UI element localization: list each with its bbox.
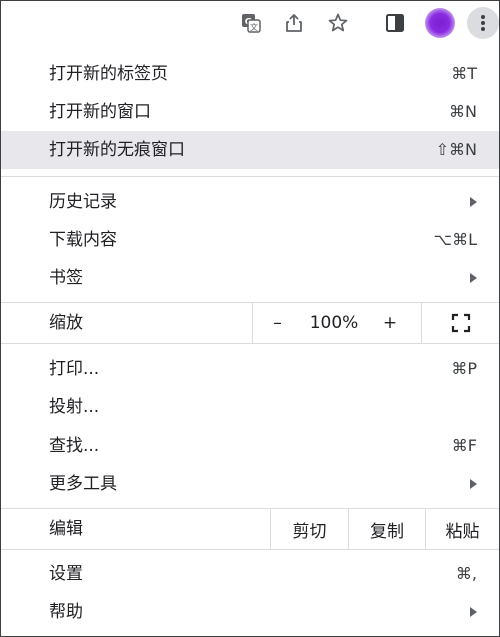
menu-item-label: 帮助 [49,602,83,622]
zoom-value: 100% [309,313,359,333]
menu-item-label: 下载内容 [49,230,117,250]
fullscreen-icon [451,313,470,333]
menu-item-history[interactable]: 历史记录 [1,183,499,221]
menu-item-label: 更多工具 [49,474,117,494]
chrome-main-menu: 打开新的标签页 ⌘T 打开新的窗口 ⌘N 打开新的无痕窗口 ⇧⌘N 历史记录 下… [1,45,499,636]
shortcut-text: ⇧⌘N [435,140,477,159]
shortcut-text: ⌘, [455,564,477,583]
shortcut-text: ⌘P [451,359,477,378]
side-panel-icon[interactable] [381,9,409,37]
menu-item-print[interactable]: 打印... ⌘P [1,350,499,388]
more-menu-icon[interactable] [467,7,499,39]
shortcut-text: ⌥⌘L [433,230,477,249]
menu-item-label: 打开新的窗口 [49,102,151,122]
bookmark-star-icon[interactable] [324,9,352,37]
edit-label: 编辑 [49,519,83,539]
submenu-arrow-icon [470,607,477,617]
paste-button[interactable]: 粘贴 [425,509,499,549]
menu-item-new-incognito-window[interactable]: 打开新的无痕窗口 ⇧⌘N [1,131,499,169]
share-icon[interactable] [280,9,308,37]
zoom-in-button[interactable]: + [366,303,414,343]
submenu-arrow-icon [470,479,477,489]
menu-separator [1,343,499,344]
zoom-out-button[interactable]: – [252,303,302,343]
zoom-row: 缩放 – 100% + [1,303,499,343]
menu-item-label: 打印... [49,359,100,379]
menu-item-label: 书签 [49,268,83,288]
shortcut-text: ⌘N [449,102,477,121]
menu-item-label: 投射... [49,397,100,417]
menu-item-bookmarks[interactable]: 书签 [1,259,499,297]
menu-item-help[interactable]: 帮助 [1,593,499,631]
browser-toolbar: G 文 [1,1,499,46]
menu-item-label: 打开新的无痕窗口 [49,140,185,160]
zoom-in-glyph: + [382,313,398,333]
edit-row: 编辑 剪切 复制 粘贴 [1,509,499,549]
fullscreen-button[interactable] [421,303,499,343]
menu-separator [1,176,499,177]
menu-separator [1,549,499,550]
menu-item-settings[interactable]: 设置 ⌘, [1,555,499,593]
menu-item-label: 打开新的标签页 [49,64,168,84]
menu-item-label: 历史记录 [49,192,117,212]
copy-button[interactable]: 复制 [348,509,425,549]
zoom-level: 100% [302,303,366,343]
submenu-arrow-icon [470,197,477,207]
cut-label: 剪切 [292,521,327,542]
zoom-label: 缩放 [49,313,83,333]
menu-item-downloads[interactable]: 下载内容 ⌥⌘L [1,221,499,259]
menu-item-label: 设置 [49,564,83,584]
menu-item-cast[interactable]: 投射... [1,388,499,426]
paste-label: 粘贴 [445,521,480,542]
browser-window: G 文 [0,0,500,637]
translate-icon[interactable]: G 文 [237,9,265,37]
profile-avatar[interactable] [425,8,455,38]
menu-item-find[interactable]: 查找... ⌘F [1,427,499,465]
menu-item-new-window[interactable]: 打开新的窗口 ⌘N [1,93,499,131]
menu-item-more-tools[interactable]: 更多工具 [1,465,499,503]
cut-button[interactable]: 剪切 [270,509,348,549]
menu-item-new-tab[interactable]: 打开新的标签页 ⌘T [1,55,499,93]
svg-text:文: 文 [250,22,258,32]
copy-label: 复制 [370,521,404,542]
menu-item-label: 查找... [49,436,100,456]
submenu-arrow-icon [470,273,477,283]
shortcut-text: ⌘F [451,436,477,455]
shortcut-text: ⌘T [451,64,477,83]
zoom-out-glyph: – [273,313,282,333]
